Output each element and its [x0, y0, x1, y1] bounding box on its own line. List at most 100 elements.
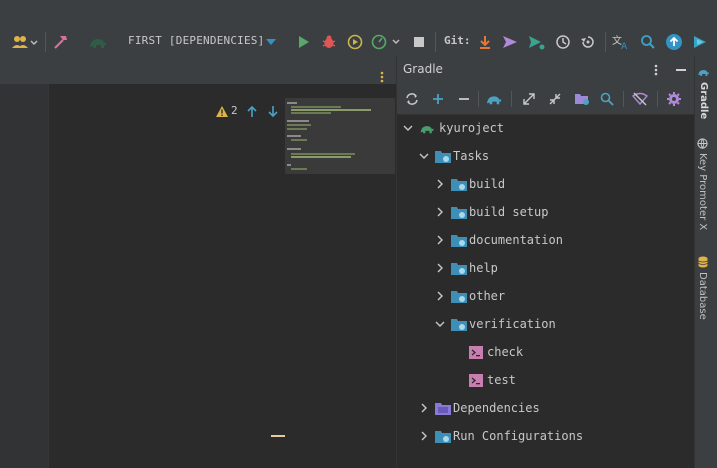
terminal-task-icon [469, 373, 483, 387]
toggle-offline-mode-icon[interactable] [631, 91, 649, 107]
editor-area[interactable]: 2 [0, 84, 395, 468]
minimize-icon[interactable] [674, 63, 688, 77]
profiler-dropdown-icon[interactable] [371, 33, 401, 51]
reload-icon[interactable] [404, 91, 420, 107]
tree-item-test[interactable]: test [469, 366, 516, 394]
gradle-elephant-icon [697, 66, 710, 78]
dependencies-folder-icon [435, 402, 451, 415]
task-folder-icon [435, 430, 451, 443]
tree-item-label: Dependencies [453, 401, 540, 415]
task-folder-icon [451, 206, 467, 219]
debug-bug-icon[interactable] [320, 33, 338, 51]
collapse-all-icon[interactable] [547, 91, 563, 107]
chevron-right-icon[interactable] [435, 207, 445, 217]
task-folder-icon [451, 290, 467, 303]
right-tool-strip: Gradle Key Promoter X Database [694, 56, 717, 468]
tab-gradle[interactable]: Gradle [697, 66, 710, 119]
task-folder-icon [451, 234, 467, 247]
chevron-right-icon[interactable] [419, 431, 429, 441]
tree-item-label: documentation [469, 233, 563, 247]
tree-item-label: Tasks [453, 149, 490, 163]
add-icon[interactable] [430, 91, 446, 107]
text-cursor-marker [271, 435, 285, 437]
tree-item-check[interactable]: check [469, 338, 523, 366]
chevron-right-icon[interactable] [419, 403, 429, 413]
rollback-icon[interactable] [579, 33, 597, 51]
tree-item-tasks[interactable]: Tasks [419, 142, 489, 170]
gradle-elephant-icon [419, 122, 435, 135]
search-icon[interactable] [639, 33, 657, 51]
open-settings-folder-icon[interactable] [573, 91, 591, 107]
warning-icon[interactable] [214, 103, 230, 119]
run-configuration-selector[interactable]: FIRST [DEPENDENCIES] [128, 34, 264, 47]
tree-item-help[interactable]: help [435, 254, 498, 282]
globe-icon [697, 138, 708, 149]
tree-item-other[interactable]: other [435, 282, 505, 310]
arrow-down-icon[interactable] [265, 103, 281, 119]
remove-icon[interactable] [456, 91, 472, 107]
build-hammer-icon[interactable] [52, 33, 70, 51]
tree-item-build[interactable]: build [435, 170, 505, 198]
terminal-task-icon [469, 345, 483, 359]
gradle-tool-window: Gradle kyuroject Tasks build build setup… [396, 56, 695, 468]
tree-item-run-configurations[interactable]: Run Configurations [419, 422, 583, 450]
chevron-right-icon[interactable] [435, 179, 445, 189]
tree-item-label: other [469, 289, 506, 303]
tree-item-documentation[interactable]: documentation [435, 226, 563, 254]
chevron-down-icon[interactable] [435, 319, 445, 329]
code-minimap[interactable] [285, 98, 395, 174]
task-folder-icon [451, 318, 467, 331]
history-icon[interactable] [554, 33, 572, 51]
tree-item-label: test [487, 373, 516, 387]
gutter-divider [48, 84, 49, 468]
problems-count: 2 [231, 104, 238, 117]
tree-item-build-setup[interactable]: build setup [435, 198, 548, 226]
tree-item-label: Run Configurations [453, 429, 584, 443]
expand-all-icon[interactable] [521, 91, 537, 107]
gradle-header: Gradle [397, 56, 695, 84]
tree-item-verification[interactable]: verification [435, 310, 556, 338]
gradle-execute-task-icon[interactable] [485, 91, 503, 107]
git-commit-icon[interactable] [527, 33, 547, 51]
chevron-down-icon[interactable] [419, 151, 429, 161]
chevron-right-icon[interactable] [435, 291, 445, 301]
chevron-right-icon[interactable] [435, 263, 445, 273]
svg-text:A: A [621, 42, 628, 50]
git-update-icon[interactable] [476, 33, 494, 51]
run-with-coverage-icon[interactable] [346, 33, 364, 51]
chevron-down-icon[interactable] [403, 123, 413, 133]
gradle-toolbar [397, 84, 695, 115]
gradle-settings-gear-icon[interactable] [665, 91, 683, 107]
more-vertical-icon[interactable] [376, 70, 388, 84]
chevron-down-icon[interactable] [265, 36, 277, 48]
arrow-up-icon[interactable] [244, 103, 260, 119]
tree-item-label: build setup [469, 205, 549, 219]
tab-gradle-label: Gradle [698, 82, 709, 120]
users-dropdown-icon[interactable] [10, 33, 38, 51]
git-label: Git: [444, 34, 471, 47]
tree-item-label: check [487, 345, 524, 359]
git-push-icon[interactable] [501, 33, 519, 51]
task-folder-icon [451, 178, 467, 191]
run-icon[interactable] [294, 33, 312, 51]
tree-item-project[interactable]: kyuroject [403, 114, 504, 142]
tree-item-label: kyuroject [439, 121, 505, 135]
editor-gutter [0, 84, 48, 468]
tab-key-promoter[interactable]: Key Promoter X [697, 138, 708, 230]
task-folder-icon [435, 150, 451, 163]
find-icon[interactable] [599, 91, 615, 107]
update-upload-icon[interactable] [665, 33, 683, 51]
chevron-right-icon[interactable] [435, 235, 445, 245]
tab-database[interactable]: Database [697, 256, 708, 320]
stop-icon[interactable] [411, 34, 427, 50]
gradle-title: Gradle [403, 62, 443, 76]
gradle-options-icon[interactable] [649, 63, 663, 77]
translate-icon[interactable]: 文A [612, 33, 630, 51]
tab-key-promoter-label: Key Promoter X [697, 153, 708, 231]
tree-item-label: build [469, 177, 506, 191]
assistant-plugin-icon[interactable] [691, 33, 709, 51]
gradle-elephant-icon [88, 33, 108, 51]
task-folder-icon [451, 262, 467, 275]
tree-item-dependencies[interactable]: Dependencies [419, 394, 540, 422]
database-icon [697, 256, 708, 268]
